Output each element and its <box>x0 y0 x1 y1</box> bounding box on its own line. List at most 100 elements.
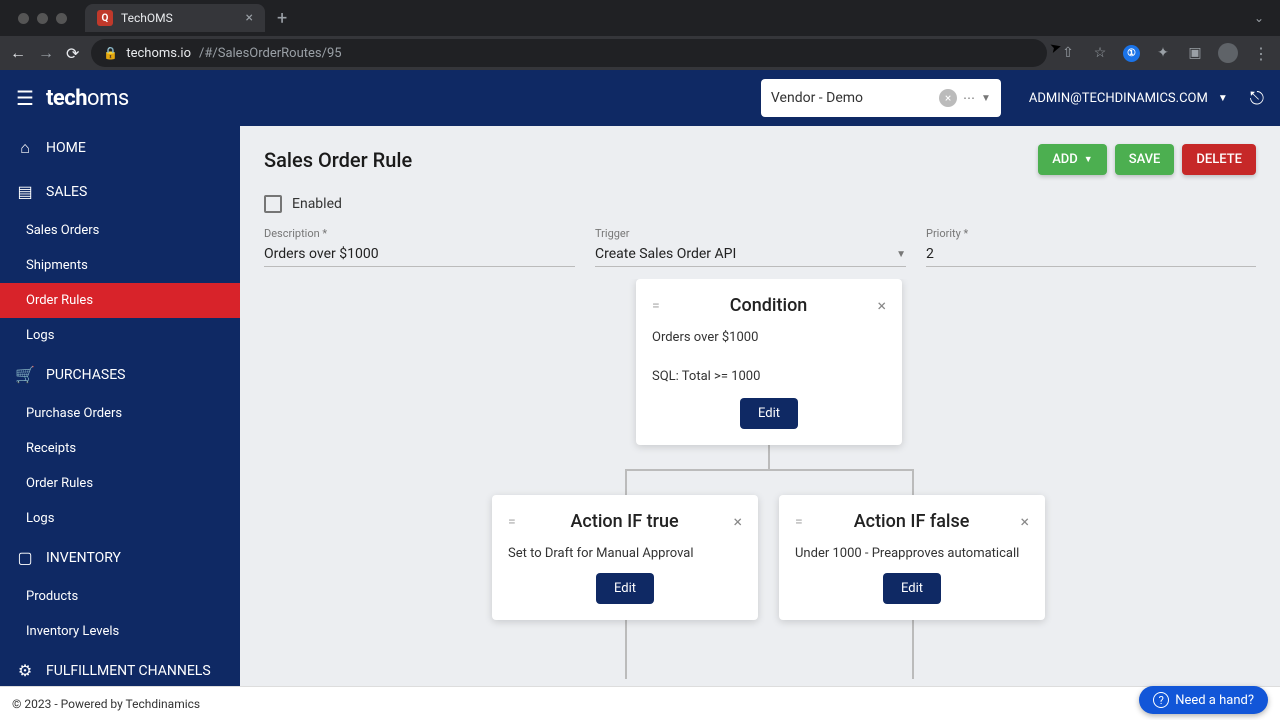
enabled-label: Enabled <box>292 196 342 212</box>
chevron-down-icon: ▼ <box>1218 93 1228 104</box>
chevron-down-icon[interactable]: ▼ <box>981 93 991 104</box>
trigger-select[interactable]: Create Sales Order API ▼ <box>595 242 906 267</box>
trigger-field: Trigger Create Sales Order API ▼ <box>595 227 906 267</box>
close-icon[interactable]: × <box>877 296 886 315</box>
toolbar-icons: ⇧ ☆ ① ✦ ▣ ⋮ <box>1059 43 1270 63</box>
window-controls[interactable] <box>18 13 67 24</box>
content-header: Sales Order Rule ADD ▼ SAVE DELETE <box>240 126 1280 183</box>
drag-handle-icon[interactable]: = <box>508 514 516 530</box>
dots-icon[interactable]: ⋯ <box>963 91 975 105</box>
forward-icon[interactable]: → <box>38 43 54 63</box>
help-label: Need a hand? <box>1175 693 1254 708</box>
button-label: ADD <box>1052 152 1078 167</box>
help-icon: ? <box>1153 692 1169 708</box>
priority-input[interactable] <box>926 242 1256 267</box>
sidebar-item-order-rules-2[interactable]: Order Rules <box>0 466 240 501</box>
back-icon[interactable]: ← <box>10 43 26 63</box>
url-input[interactable]: 🔒 techoms.io/#/SalesOrderRoutes/95 <box>91 39 1047 67</box>
close-window-icon[interactable] <box>18 13 29 24</box>
drag-handle-icon[interactable]: = <box>795 514 803 530</box>
sidebar-item-inventory[interactable]: ▢ INVENTORY <box>0 536 240 579</box>
receipt-icon: ▤ <box>16 182 34 201</box>
sidebar-item-order-rules[interactable]: Order Rules <box>0 283 240 318</box>
fields-row: Description * Trigger Create Sales Order… <box>240 221 1280 279</box>
chevron-down-icon: ▼ <box>896 249 906 260</box>
connector-line <box>912 619 914 679</box>
card-text: Under 1000 - Preapproves automaticall <box>795 546 1029 561</box>
sidebar-item-purchase-orders[interactable]: Purchase Orders <box>0 396 240 431</box>
card-title: Condition <box>660 295 878 316</box>
sidebar: ⌂ HOME ▤ SALES Sales Orders Shipments Or… <box>0 126 240 720</box>
edit-button[interactable]: Edit <box>740 398 798 429</box>
description-input[interactable] <box>264 242 575 267</box>
card-sql: SQL: Total >= 1000 <box>652 369 886 384</box>
profile-avatar-icon[interactable] <box>1218 43 1238 63</box>
sidebar-label: HOME <box>46 140 86 156</box>
chevron-down-icon: ▼ <box>1084 154 1093 165</box>
browser-tab[interactable]: Q TechOMS × <box>85 4 265 32</box>
field-label: Trigger <box>595 227 906 240</box>
sidebar-item-sales[interactable]: ▤ SALES <box>0 170 240 213</box>
drag-handle-icon[interactable]: = <box>652 298 660 314</box>
sidebar-item-logs[interactable]: Logs <box>0 318 240 353</box>
app-header: ☰ techoms Vendor - Demo × ⋯ ▼ ADMIN@TECH… <box>0 70 1280 126</box>
bookmark-icon[interactable]: ☆ <box>1091 44 1109 62</box>
user-email: ADMIN@TECHDINAMICS.COM <box>1029 91 1208 106</box>
home-icon: ⌂ <box>16 138 34 158</box>
lock-icon: 🔒 <box>103 46 118 60</box>
close-icon[interactable]: × <box>1020 512 1029 531</box>
description-field: Description * <box>264 227 575 267</box>
minimize-window-icon[interactable] <box>37 13 48 24</box>
more-icon[interactable]: ⋮ <box>1252 44 1270 62</box>
edit-button[interactable]: Edit <box>596 573 654 604</box>
logo: techoms <box>46 86 129 111</box>
box-icon: ▢ <box>16 548 34 567</box>
clear-icon[interactable]: × <box>939 89 957 107</box>
sidebar-label: PURCHASES <box>46 367 125 383</box>
connector-line <box>768 443 770 469</box>
menu-icon[interactable]: ☰ <box>16 86 34 110</box>
sidebar-label: FULFILLMENT CHANNELS <box>46 663 211 679</box>
sidebar-item-products[interactable]: Products <box>0 579 240 614</box>
add-button[interactable]: ADD ▼ <box>1038 144 1107 175</box>
connector-line <box>625 469 627 495</box>
new-tab-icon[interactable]: + <box>277 8 287 29</box>
condition-card: = Condition × Orders over $1000 SQL: Tot… <box>636 279 902 445</box>
connector-line <box>625 469 913 471</box>
share-icon[interactable]: ⇧ <box>1059 44 1077 62</box>
footer-text: © 2023 - Powered by Techdinamics <box>12 697 200 711</box>
content: Sales Order Rule ADD ▼ SAVE DELETE Enabl… <box>240 126 1280 720</box>
maximize-window-icon[interactable] <box>56 13 67 24</box>
user-menu[interactable]: ADMIN@TECHDINAMICS.COM ▼ <box>1029 91 1228 106</box>
field-label: Description * <box>264 227 575 240</box>
priority-field: Priority * <box>926 227 1256 267</box>
sidebar-item-receipts[interactable]: Receipts <box>0 431 240 466</box>
save-button[interactable]: SAVE <box>1115 144 1175 175</box>
network-icon: ⚙ <box>16 661 34 680</box>
enabled-row: Enabled <box>240 183 1280 221</box>
sidebar-item-sales-orders[interactable]: Sales Orders <box>0 213 240 248</box>
delete-button[interactable]: DELETE <box>1182 144 1256 175</box>
vendor-select[interactable]: Vendor - Demo × ⋯ ▼ <box>761 79 1001 117</box>
logout-icon[interactable]: ⎋ <box>1250 88 1264 109</box>
vendor-value: Vendor - Demo <box>771 90 933 106</box>
card-title: Action IF false <box>803 511 1021 532</box>
app: ☰ techoms Vendor - Demo × ⋯ ▼ ADMIN@TECH… <box>0 70 1280 720</box>
edit-button[interactable]: Edit <box>883 573 941 604</box>
sidebar-item-purchases[interactable]: 🛒 PURCHASES <box>0 353 240 396</box>
sidebar-item-inventory-levels[interactable]: Inventory Levels <box>0 614 240 649</box>
help-button[interactable]: ? Need a hand? <box>1139 686 1268 714</box>
sidebar-item-shipments[interactable]: Shipments <box>0 248 240 283</box>
tabs-chevron-icon[interactable]: ⌄ <box>1254 11 1264 25</box>
panel-icon[interactable]: ▣ <box>1186 44 1204 62</box>
connector-line <box>912 469 914 495</box>
app-body: ⌂ HOME ▤ SALES Sales Orders Shipments Or… <box>0 126 1280 720</box>
reload-icon[interactable]: ⟳ <box>66 44 79 63</box>
close-icon[interactable]: × <box>733 512 742 531</box>
sidebar-item-logs-2[interactable]: Logs <box>0 501 240 536</box>
extension-icon[interactable]: ① <box>1123 45 1140 62</box>
puzzle-icon[interactable]: ✦ <box>1154 44 1172 62</box>
tab-close-icon[interactable]: × <box>246 10 253 26</box>
sidebar-item-home[interactable]: ⌂ HOME <box>0 126 240 170</box>
enabled-checkbox[interactable] <box>264 195 282 213</box>
